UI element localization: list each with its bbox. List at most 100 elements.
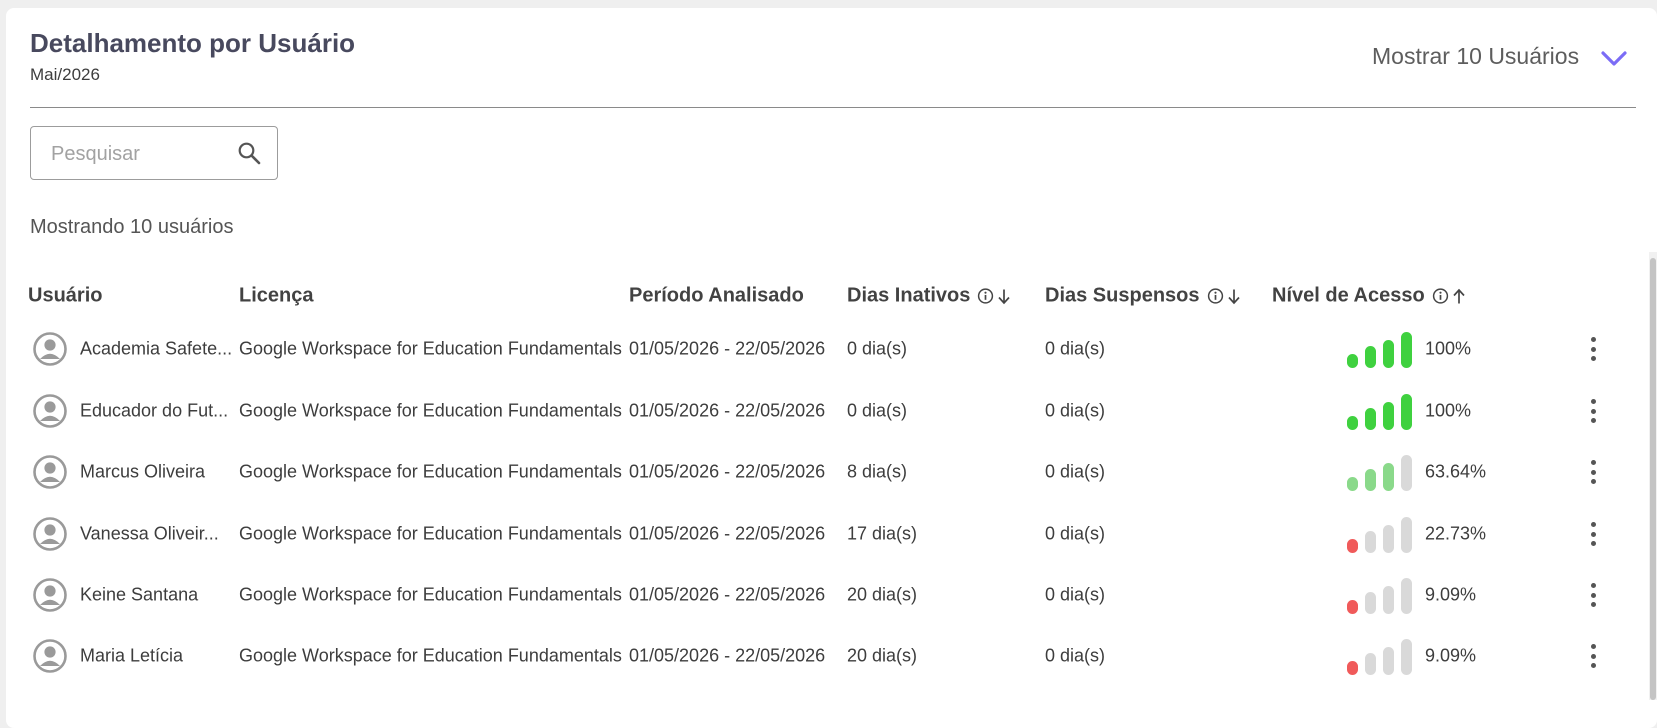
- license-name: Google Workspace for Education Fundament…: [239, 584, 622, 605]
- suspended-days: 0 dia(s): [1045, 338, 1106, 359]
- suspended-days: 0 dia(s): [1045, 400, 1106, 421]
- signal-bar: [1383, 402, 1394, 430]
- user-name: Academia Safete...: [80, 338, 233, 359]
- signal-bar: [1383, 525, 1394, 553]
- access-level-signal-icon: [1347, 455, 1412, 491]
- search-input[interactable]: [49, 139, 223, 169]
- user-avatar-icon: [32, 393, 68, 429]
- signal-bar: [1347, 600, 1358, 614]
- row-actions-kebab-icon[interactable]: [1583, 522, 1603, 546]
- signal-bar: [1383, 340, 1394, 368]
- signal-bar: [1401, 394, 1412, 430]
- user-name: Marcus Oliveira: [80, 461, 206, 482]
- table-row[interactable]: Academia Safete... Google Workspace for E…: [6, 317, 1657, 381]
- table-row[interactable]: Vanessa Oliveir... Google Workspace for E…: [6, 502, 1657, 566]
- inactive-days: 20 dia(s): [847, 584, 918, 605]
- table-row[interactable]: Marcus Oliveira Google Workspace for Educ…: [6, 440, 1657, 504]
- signal-bar: [1365, 653, 1376, 675]
- info-icon[interactable]: [1432, 288, 1449, 305]
- signal-bar: [1347, 539, 1358, 553]
- user-name: Vanessa Oliveir...: [80, 523, 219, 544]
- suspended-days: 0 dia(s): [1045, 584, 1106, 605]
- search-box[interactable]: [30, 126, 278, 180]
- header-divider: [30, 107, 1636, 108]
- user-name: Maria Letícia: [80, 645, 184, 666]
- analysis-period: 01/05/2026 - 22/05/2026: [629, 645, 826, 666]
- column-header-suspended-days[interactable]: Dias Suspensos: [1045, 285, 1242, 308]
- column-header-inactive-days[interactable]: Dias Inativos: [847, 285, 1012, 308]
- access-level-value: 63.64%: [1425, 461, 1487, 482]
- signal-bar: [1365, 408, 1376, 430]
- analysis-period: 01/05/2026 - 22/05/2026: [629, 584, 826, 605]
- access-level-signal-icon: [1347, 517, 1412, 553]
- user-name: Educador do Fut...: [80, 400, 229, 421]
- column-header-period[interactable]: Período Analisado: [629, 285, 804, 308]
- analysis-period: 01/05/2026 - 22/05/2026: [629, 338, 826, 359]
- scrollbar-thumb[interactable]: [1650, 258, 1656, 700]
- inactive-days: 20 dia(s): [847, 645, 918, 666]
- user-avatar-icon: [32, 516, 68, 552]
- column-header-user[interactable]: Usuário: [28, 285, 102, 308]
- search-icon[interactable]: [237, 141, 261, 165]
- signal-bar: [1347, 477, 1358, 491]
- column-header-access-level[interactable]: Nível de Acesso: [1272, 285, 1467, 308]
- user-detail-card: Detalhamento por Usuário Mai/2026 Mostra…: [6, 8, 1657, 728]
- signal-bar: [1401, 639, 1412, 675]
- sort-arrow-up-icon[interactable]: [1451, 287, 1467, 305]
- signal-bar: [1365, 592, 1376, 614]
- suspended-days: 0 dia(s): [1045, 461, 1106, 482]
- signal-bar: [1347, 354, 1358, 368]
- table-row[interactable]: Maria Letícia Google Workspace for Educat…: [6, 624, 1657, 688]
- row-actions-kebab-icon[interactable]: [1583, 337, 1603, 361]
- user-avatar-icon: [32, 331, 68, 367]
- sort-arrow-down-icon[interactable]: [1226, 287, 1242, 305]
- user-avatar-icon: [32, 454, 68, 490]
- signal-bar: [1401, 332, 1412, 368]
- access-level-value: 9.09%: [1425, 645, 1477, 666]
- access-level-signal-icon: [1347, 578, 1412, 614]
- signal-bar: [1383, 586, 1394, 614]
- info-icon[interactable]: [977, 288, 994, 305]
- row-actions-kebab-icon[interactable]: [1583, 460, 1603, 484]
- sort-arrow-down-icon[interactable]: [996, 287, 1012, 305]
- analysis-period: 01/05/2026 - 22/05/2026: [629, 461, 826, 482]
- signal-bar: [1401, 455, 1412, 491]
- signal-bar: [1383, 463, 1394, 491]
- inactive-days: 0 dia(s): [847, 338, 908, 359]
- table-row[interactable]: Educador do Fut... Google Workspace for E…: [6, 379, 1657, 443]
- signal-bar: [1365, 469, 1376, 491]
- suspended-days: 0 dia(s): [1045, 523, 1106, 544]
- access-level-signal-icon: [1347, 332, 1412, 368]
- license-name: Google Workspace for Education Fundament…: [239, 461, 622, 482]
- signal-bar: [1401, 517, 1412, 553]
- page-title: Detalhamento por Usuário: [30, 28, 356, 58]
- user-name: Keine Santana: [80, 584, 199, 605]
- period-label: Mai/2026: [30, 65, 100, 84]
- analysis-period: 01/05/2026 - 22/05/2026: [629, 400, 826, 421]
- access-level-value: 9.09%: [1425, 584, 1477, 605]
- signal-bar: [1347, 661, 1358, 675]
- access-level-value: 100%: [1425, 338, 1472, 359]
- signal-bar: [1365, 346, 1376, 368]
- access-level-value: 100%: [1425, 400, 1472, 421]
- license-name: Google Workspace for Education Fundament…: [239, 400, 622, 421]
- license-name: Google Workspace for Education Fundament…: [239, 338, 622, 359]
- show-count-label: Mostrar 10 Usuários: [1372, 43, 1580, 69]
- results-count: Mostrando 10 usuários: [30, 216, 234, 238]
- row-actions-kebab-icon[interactable]: [1583, 399, 1603, 423]
- row-actions-kebab-icon[interactable]: [1583, 644, 1603, 668]
- access-level-value: 22.73%: [1425, 523, 1487, 544]
- table-row[interactable]: Keine Santana Google Workspace for Educat…: [6, 563, 1657, 627]
- access-level-signal-icon: [1347, 639, 1412, 675]
- row-actions-kebab-icon[interactable]: [1583, 583, 1603, 607]
- user-avatar-icon: [32, 577, 68, 613]
- suspended-days: 0 dia(s): [1045, 645, 1106, 666]
- info-icon[interactable]: [1207, 288, 1224, 305]
- column-header-license[interactable]: Licença: [239, 285, 313, 308]
- show-count-dropdown[interactable]: Mostrar 10 Usuários: [1372, 43, 1627, 70]
- signal-bar: [1347, 416, 1358, 430]
- license-name: Google Workspace for Education Fundament…: [239, 523, 622, 544]
- signal-bar: [1365, 531, 1376, 553]
- signal-bar: [1383, 647, 1394, 675]
- analysis-period: 01/05/2026 - 22/05/2026: [629, 523, 826, 544]
